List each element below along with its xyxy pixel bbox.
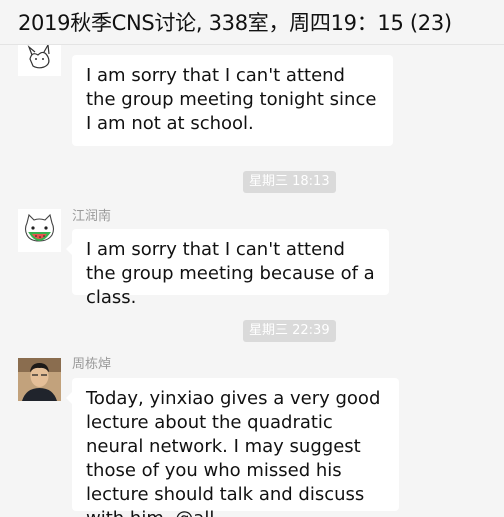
- message-bubble[interactable]: Today, yinxiao gives a very good lecture…: [66, 378, 399, 517]
- sender-name: 周栋焯: [72, 357, 112, 372]
- group-title[interactable]: 2019秋季CNS讨论, 338室，周四19：15 (23): [18, 7, 452, 37]
- cat-watermelon-avatar-icon[interactable]: [18, 209, 61, 252]
- cat-avatar-icon[interactable]: [18, 45, 61, 76]
- message-text: I am sorry that I can't attend the group…: [86, 239, 375, 308]
- message-bubble[interactable]: I am sorry that I can't attend the group…: [66, 229, 389, 308]
- message-text: I am sorry that I can't attend the group…: [86, 65, 377, 134]
- chat-header: 2019秋季CNS讨论, 338室，周四19：15 (23): [0, 0, 504, 45]
- timestamp: 星期三 22:39: [243, 320, 336, 342]
- message-bubble[interactable]: I am sorry that I can't attend the group…: [72, 55, 393, 146]
- person-avatar[interactable]: [18, 358, 61, 401]
- message-text: Today, yinxiao gives a very good lecture…: [86, 388, 381, 517]
- message-list[interactable]: I am sorry that I can't attend the group…: [0, 45, 504, 517]
- timestamp: 星期三 18:13: [243, 171, 336, 193]
- sender-name: 江润南: [72, 209, 112, 224]
